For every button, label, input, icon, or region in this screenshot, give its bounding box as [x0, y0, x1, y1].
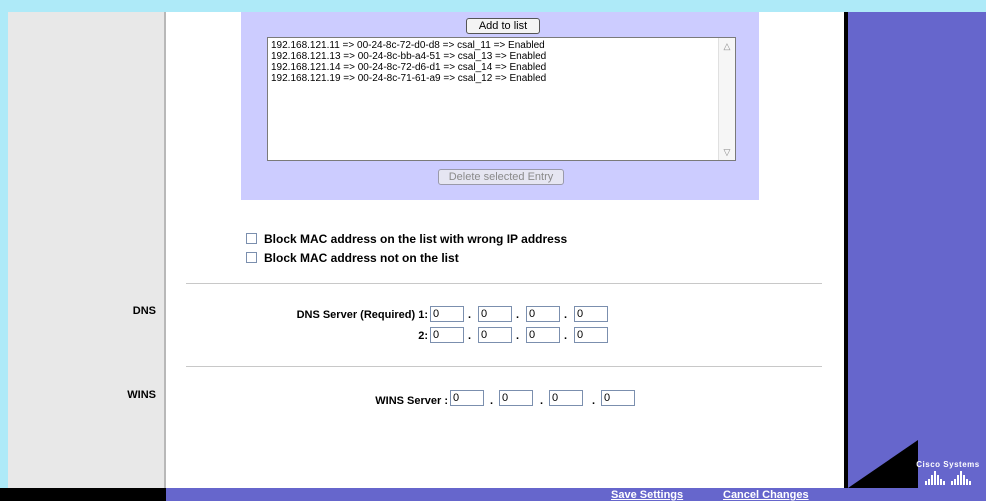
dns-section-label: DNS [132, 305, 156, 317]
dns2-octet-4-input[interactable]: 0 [574, 327, 608, 343]
list-item[interactable]: 192.168.121.14 => 00-24-8c-72-d6-d1 => c… [268, 62, 546, 73]
list-item[interactable]: 192.168.121.11 => 00-24-8c-72-d0-d8 => c… [268, 40, 546, 51]
octet-separator: . [468, 330, 472, 342]
block-wrong-ip-checkbox[interactable] [246, 233, 257, 244]
section-labels-column [8, 12, 166, 488]
cisco-logo-text: Cisco Systems [916, 460, 980, 469]
wins-server-label: WINS Server : [375, 395, 448, 407]
dns-server-2-label: 2: [418, 330, 428, 342]
octet-separator: . [564, 330, 568, 342]
list-item[interactable]: 192.168.121.19 => 00-24-8c-71-61-a9 => c… [268, 73, 546, 84]
octet-separator: . [516, 330, 520, 342]
dns2-octet-1-input[interactable]: 0 [430, 327, 464, 343]
wins-octet-1-input[interactable]: 0 [450, 390, 484, 406]
dns1-octet-4-input[interactable]: 0 [574, 306, 608, 322]
octet-separator: . [490, 395, 494, 407]
right-side-panel [844, 12, 986, 501]
block-not-listed-label: Block MAC address not on the list [264, 251, 459, 265]
scroll-up-icon[interactable]: △ [721, 40, 733, 52]
logo-swoosh-icon [848, 440, 918, 488]
delete-entry-button[interactable]: Delete selected Entry [438, 169, 564, 185]
wins-section-label: WINS [127, 389, 156, 401]
add-to-list-button[interactable]: Add to list [466, 18, 540, 34]
divider [186, 283, 822, 284]
top-border [0, 0, 986, 12]
octet-separator: . [592, 395, 596, 407]
wins-octet-3-input[interactable]: 0 [549, 390, 583, 406]
listbox-scrollbar[interactable]: △ ▽ [718, 38, 735, 160]
mac-entries: 192.168.121.11 => 00-24-8c-72-d0-d8 => c… [268, 40, 546, 84]
cisco-bars-icon [912, 471, 984, 485]
list-item[interactable]: 192.168.121.13 => 00-24-8c-bb-a4-51 => c… [268, 51, 546, 62]
cancel-changes-button[interactable]: Cancel Changes [723, 489, 809, 501]
wins-octet-2-input[interactable]: 0 [499, 390, 533, 406]
left-border [0, 12, 8, 501]
scroll-down-icon[interactable]: ▽ [721, 146, 733, 158]
dns2-octet-2-input[interactable]: 0 [478, 327, 512, 343]
dns-server-1-label: DNS Server (Required) 1: [296, 309, 428, 321]
block-not-listed-checkbox[interactable] [246, 252, 257, 263]
divider [186, 366, 822, 367]
dns1-octet-1-input[interactable]: 0 [430, 306, 464, 322]
mac-entries-listbox[interactable]: 192.168.121.11 => 00-24-8c-72-d0-d8 => c… [267, 37, 736, 161]
cisco-logo: Cisco Systems [912, 460, 984, 485]
octet-separator: . [540, 395, 544, 407]
save-settings-button[interactable]: Save Settings [611, 489, 683, 501]
dns1-octet-2-input[interactable]: 0 [478, 306, 512, 322]
footer-left [0, 488, 166, 501]
dns2-octet-3-input[interactable]: 0 [526, 327, 560, 343]
octet-separator: . [564, 309, 568, 321]
right-panel-edge [844, 12, 848, 488]
dns1-octet-3-input[interactable]: 0 [526, 306, 560, 322]
octet-separator: . [468, 309, 472, 321]
wins-octet-4-input[interactable]: 0 [601, 390, 635, 406]
block-wrong-ip-label: Block MAC address on the list with wrong… [264, 232, 568, 246]
octet-separator: . [516, 309, 520, 321]
